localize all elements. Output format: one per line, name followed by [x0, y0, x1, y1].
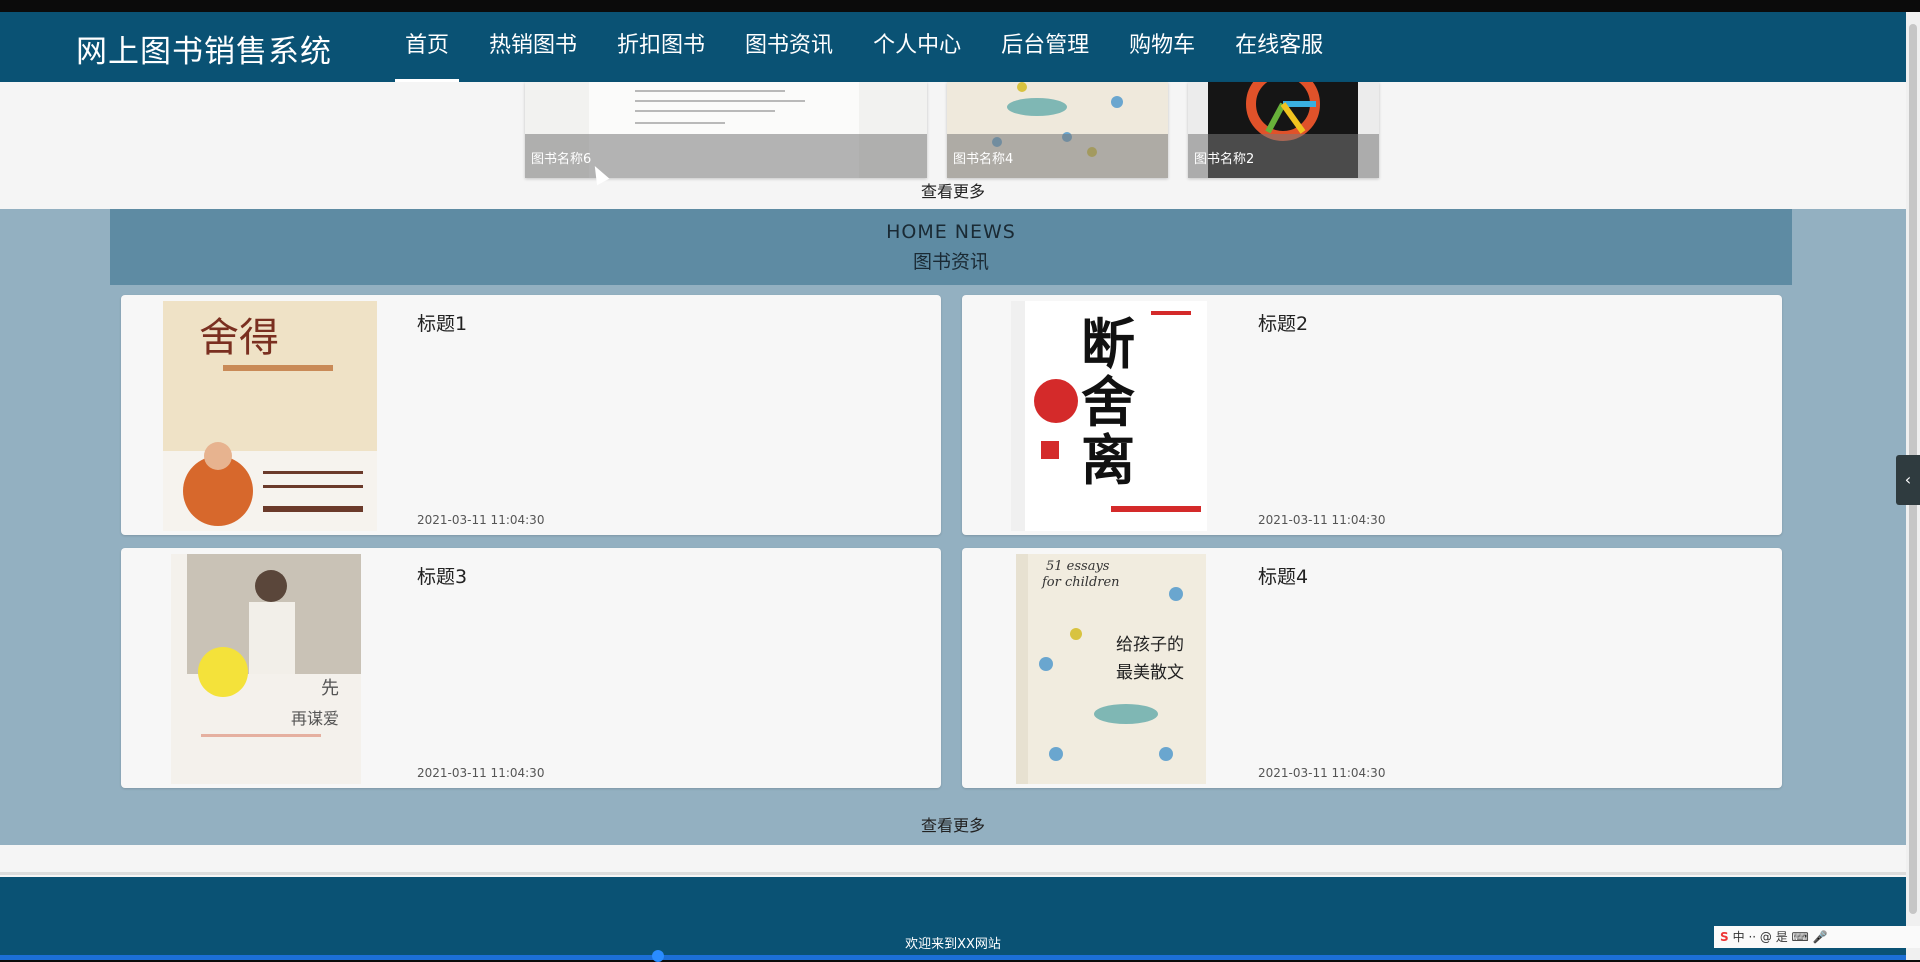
- site-title[interactable]: 网上图书销售系统: [76, 26, 332, 71]
- top-nav-bar: 网上图书销售系统 首页 热销图书 折扣图书 图书资讯 个人中心 后台管理 购物车…: [0, 12, 1906, 82]
- video-progress-bar[interactable]: [0, 955, 1906, 960]
- news-thumbnail: 断 舍 离: [1011, 301, 1207, 531]
- book-card[interactable]: 图书名称6: [525, 82, 927, 178]
- svg-text:给孩子的: 给孩子的: [1116, 635, 1184, 655]
- nav-cart[interactable]: 购物车: [1109, 12, 1215, 82]
- book-card[interactable]: 图书名称2: [1188, 82, 1379, 178]
- news-heading: HOME NEWS 图书资讯: [110, 209, 1792, 285]
- news-card[interactable]: 51 essays for children 给孩子的 最美散文 标题4 202…: [962, 548, 1782, 788]
- svg-text:断: 断: [1081, 313, 1135, 376]
- book-card[interactable]: 图书名称4: [947, 82, 1168, 178]
- nav-admin[interactable]: 后台管理: [981, 12, 1109, 82]
- news-card[interactable]: 舍得 标题1 2021-03-11 11:04:30: [121, 295, 941, 535]
- news-title[interactable]: 标题1: [417, 309, 467, 336]
- svg-text:51 essays: 51 essays: [1046, 559, 1110, 574]
- svg-text:舍: 舍: [1081, 371, 1135, 434]
- news-date: 2021-03-11 11:04:30: [1258, 766, 1386, 780]
- progress-knob[interactable]: [652, 950, 664, 962]
- nav-hot-books[interactable]: 热销图书: [469, 12, 597, 82]
- footer: 欢迎来到XX网站: [0, 877, 1906, 960]
- nav-user-center[interactable]: 个人中心: [853, 12, 981, 82]
- news-card[interactable]: 先 再谋爱 标题3 2021-03-11 11:04:30: [121, 548, 941, 788]
- svg-text:for children: for children: [1041, 575, 1120, 590]
- news-thumbnail: 舍得: [163, 301, 377, 531]
- news-title[interactable]: 标题4: [1258, 562, 1308, 589]
- books-more-link[interactable]: 查看更多: [0, 178, 1906, 202]
- svg-text:先: 先: [321, 678, 339, 699]
- news-date: 2021-03-11 11:04:30: [1258, 513, 1386, 527]
- nav-book-news[interactable]: 图书资讯: [725, 12, 853, 82]
- news-date: 2021-03-11 11:04:30: [417, 513, 545, 527]
- news-heading-cn: 图书资讯: [912, 251, 989, 273]
- book-caption: 图书名称4: [947, 134, 1168, 178]
- book-caption: 图书名称6: [525, 134, 927, 178]
- news-card[interactable]: 断 舍 离 标题2 2021-03-11 11:04:30: [962, 295, 1782, 535]
- footer-text: 欢迎来到XX网站: [905, 937, 1001, 952]
- svg-text:最美散文: 最美散文: [1116, 663, 1184, 683]
- nav-home[interactable]: 首页: [385, 12, 469, 82]
- nav-discount-books[interactable]: 折扣图书: [597, 12, 725, 82]
- news-more-link[interactable]: 查看更多: [0, 812, 1906, 836]
- news-section: HOME NEWS 图书资讯 舍得 标题1 2021-03-11 11:04:3…: [0, 209, 1906, 845]
- page: 网上图书销售系统 首页 热销图书 折扣图书 图书资讯 个人中心 后台管理 购物车…: [0, 12, 1906, 960]
- sogou-logo-icon: S: [1720, 930, 1729, 944]
- main-nav: 首页 热销图书 折扣图书 图书资讯 个人中心 后台管理 购物车 在线客服: [385, 12, 1343, 82]
- svg-text:舍得: 舍得: [199, 315, 279, 361]
- news-title[interactable]: 标题2: [1258, 309, 1308, 336]
- news-title[interactable]: 标题3: [417, 562, 467, 589]
- ime-toolbar[interactable]: S中 ·· @ 是 ⌨ 🎤: [1714, 926, 1920, 948]
- svg-text:离: 离: [1081, 429, 1135, 492]
- chevron-left-icon[interactable]: ‹: [1896, 455, 1920, 505]
- ime-toolbar-text: 中 ·· @ 是 ⌨ 🎤: [1732, 930, 1828, 944]
- nav-customer-service[interactable]: 在线客服: [1215, 12, 1343, 82]
- svg-text:再谋爱: 再谋爱: [291, 709, 339, 728]
- book-caption: 图书名称2: [1188, 134, 1379, 178]
- news-heading-en: HOME NEWS: [886, 221, 1016, 243]
- footer-divider: [0, 872, 1906, 875]
- news-date: 2021-03-11 11:04:30: [417, 766, 545, 780]
- news-thumbnail: 先 再谋爱: [171, 554, 361, 784]
- news-thumbnail: 51 essays for children 给孩子的 最美散文: [1016, 554, 1206, 784]
